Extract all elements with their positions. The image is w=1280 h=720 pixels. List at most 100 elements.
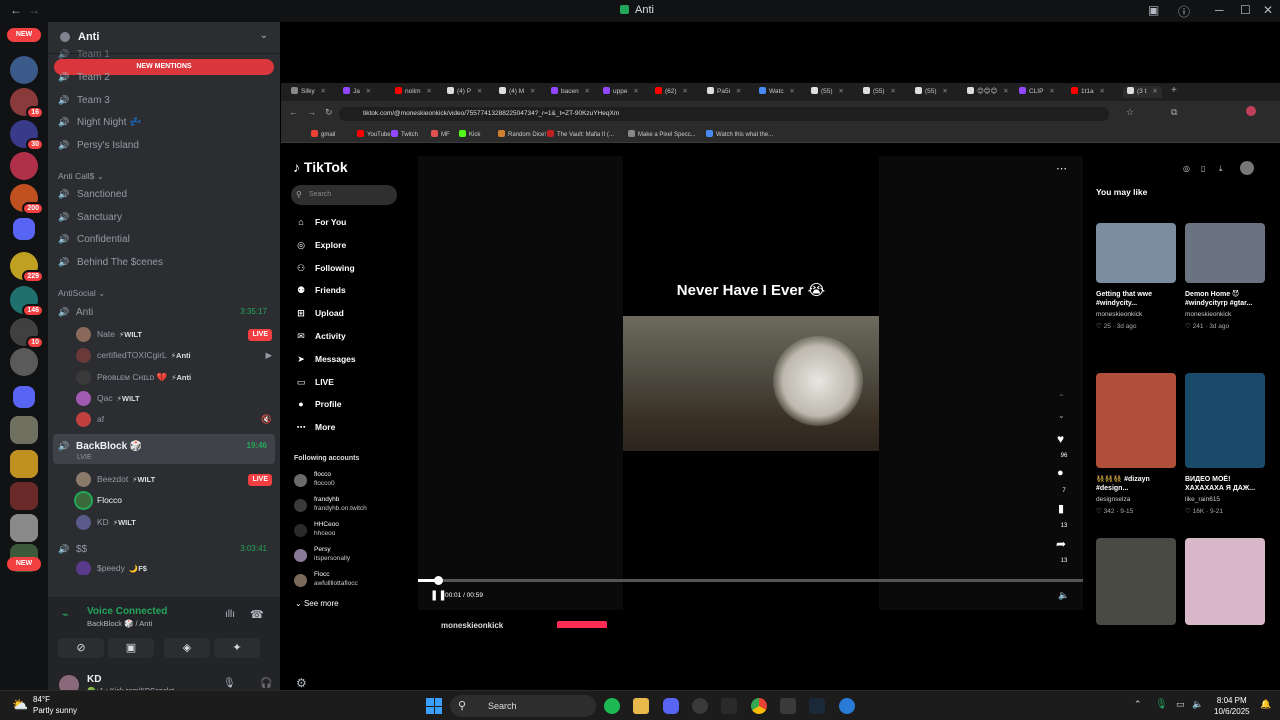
tab-close-icon[interactable]: ✕ [941, 88, 947, 95]
voice-status[interactable]: Voice Connected [87, 606, 167, 617]
voice-user[interactable]: Pʀᴏʙʟᴇᴍ Cʜɪʟᴅ 💔 ⚡Anti [76, 367, 276, 388]
volume-icon[interactable]: 🔈 [1192, 699, 1203, 710]
noise-suppression-icon[interactable]: ıllı [225, 609, 235, 620]
tab-close-icon[interactable]: ✕ [319, 88, 326, 95]
following-account[interactable]: Flocc awfullllottaflocc [294, 571, 404, 593]
follow-button[interactable] [557, 621, 607, 628]
browser-tab[interactable]: nolim ✕ [395, 86, 432, 98]
voice-user[interactable]: certifiedTOXICgirL ⚡Anti ▶ [76, 345, 276, 366]
voice-user[interactable]: $peedy 🌙F$ [76, 561, 276, 575]
app-icon[interactable] [692, 698, 708, 714]
disconnect-icon[interactable]: ☎ [250, 608, 264, 621]
microphone-icon[interactable]: 🎙 [1155, 699, 1168, 710]
voice-user[interactable]: Beezdot ⚡WILT LIVE [76, 469, 276, 490]
forward-arrow-icon[interactable]: → [307, 107, 316, 117]
screen-share-button[interactable]: ▣ [108, 638, 154, 658]
taskbar-search[interactable]: Search [450, 695, 596, 717]
tab-close-icon[interactable]: ✕ [1047, 88, 1054, 95]
following-account[interactable]: Persy itspersonally [294, 546, 404, 568]
bookmark-item[interactable]: MF [431, 129, 450, 141]
browser-tab[interactable]: (62) ✕ [655, 86, 688, 98]
voice-user[interactable]: KD ⚡WILT [76, 512, 276, 533]
volume-icon[interactable]: 🔈 [1058, 590, 1069, 601]
compass-icon[interactable]: ◎ [1183, 164, 1190, 173]
channel-confidential[interactable]: 🔊 Confidential [58, 229, 273, 249]
soundboard-button[interactable]: ✦ [214, 638, 260, 658]
file-explorer-icon[interactable] [633, 698, 649, 714]
voice-user[interactable]: Flocco [76, 490, 276, 511]
nav-item-following[interactable]: ⚇ Following [295, 259, 355, 277]
tab-close-icon[interactable]: ✕ [1150, 88, 1157, 95]
video-author[interactable]: moneskieonkick [441, 621, 503, 628]
comment-icon[interactable]: ● [1057, 467, 1064, 479]
tab-close-icon[interactable]: ✕ [583, 88, 590, 95]
nav-item-upload[interactable]: ⊞ Upload [295, 304, 344, 322]
channel-sanctuary[interactable]: 🔊 Sanctuary [58, 207, 273, 227]
server-icon[interactable] [10, 56, 38, 84]
browser-tab[interactable]: 😊😊😊 ✕ [967, 86, 1009, 98]
bookmark-item[interactable]: YouTube [357, 129, 391, 141]
server-icon[interactable] [10, 482, 38, 510]
browser-tab[interactable]: Watc ✕ [759, 86, 795, 98]
microphone-icon[interactable]: 🎙 [223, 678, 236, 689]
server-icon[interactable]: 30 [10, 120, 44, 151]
maximize-button[interactable]: ☐ [1240, 3, 1251, 17]
category-anti-calls[interactable]: Anti Call$ ⌄ [58, 171, 104, 182]
bookmark-item[interactable]: gmail [311, 129, 335, 141]
tiktok-logo[interactable]: ♪ TikTok [293, 159, 348, 175]
video-progress-bar[interactable] [418, 576, 1083, 585]
channel-team-2[interactable]: 🔊 Team 2 [58, 67, 273, 87]
tab-close-icon[interactable]: ✕ [528, 88, 535, 95]
server-icon[interactable] [10, 152, 38, 180]
reload-icon[interactable]: ↻ [325, 107, 333, 118]
browser-tab[interactable]: (4) M ✕ [499, 86, 535, 98]
forward-arrow-icon[interactable]: → [28, 3, 40, 17]
tab-close-icon[interactable]: ✕ [1098, 88, 1104, 95]
search-input[interactable]: Search [291, 185, 397, 205]
download-icon[interactable]: ⤓ [1219, 164, 1223, 174]
channel-persys-island[interactable]: 🔊 Persy's Island [58, 135, 273, 155]
weather-icon[interactable]: ⛅ [12, 697, 28, 713]
nav-item-explore[interactable]: ◎ Explore [295, 236, 346, 254]
notification-bell-icon[interactable]: 🔔 [1260, 699, 1271, 710]
windows-start-icon[interactable] [426, 698, 442, 714]
url-input[interactable]: tiktok.com/@moneskieonkick/video/7557741… [339, 107, 1109, 121]
following-account[interactable]: HHCeoo hhceoo [294, 521, 404, 543]
tab-close-icon[interactable]: ✕ [475, 88, 482, 95]
voice-channel-anti[interactable]: 🔊 Anti 3:35:17 [58, 302, 273, 322]
back-arrow-icon[interactable]: ← [10, 3, 22, 17]
folder-icon[interactable] [13, 386, 35, 408]
voice-channel-backblock[interactable]: 🔊 BackBlock 🎲 19:46 [58, 436, 273, 456]
nav-item-activity[interactable]: ✉ Activity [295, 327, 346, 345]
taskbar-clock[interactable]: 8:04 PM 10/6/2025 [1214, 695, 1250, 717]
server-icon[interactable]: 200 [10, 184, 44, 215]
voice-channel-ss[interactable]: 🔊 $$ 3:03:41 [58, 539, 273, 559]
browser-tab[interactable]: (55) ✕ [863, 86, 896, 98]
bookmark-item[interactable]: The Vault: Mafia II (... [547, 129, 614, 141]
server-icon[interactable] [10, 348, 38, 376]
extensions-icon[interactable]: ⧉ [1171, 107, 1177, 118]
chevron-down-icon[interactable]: ⌄ [260, 30, 268, 41]
see-more-link[interactable]: ⌄ See more [295, 599, 339, 608]
voice-user[interactable]: Qac ⚡WILT [76, 388, 276, 409]
more-options-icon[interactable]: ⋯ [1056, 162, 1067, 175]
nav-item-friends[interactable]: ⚉ Friends [295, 281, 346, 299]
voice-user[interactable]: Nate ⚡WILT LIVE [76, 324, 276, 345]
bookmark-item[interactable]: Twitch [391, 129, 418, 141]
settings-gear-icon[interactable]: ⚙ [296, 676, 307, 690]
camera-off-button[interactable]: ⊘ [58, 638, 104, 658]
tab-close-icon[interactable]: ✕ [889, 88, 895, 95]
folder-icon[interactable] [13, 218, 35, 240]
server-icon[interactable]: 10 [10, 318, 44, 349]
nav-item-more[interactable]: ⋯ More [295, 418, 336, 436]
steam-icon[interactable] [809, 698, 825, 714]
chevron-up-icon[interactable]: ⌃ [1134, 699, 1142, 710]
nav-item-messages[interactable]: ➤ Messages [295, 350, 355, 368]
nav-item-live[interactable]: ▭ LIVE [295, 373, 334, 391]
browser-tab[interactable]: (4) P ✕ [447, 86, 482, 98]
spotify-icon[interactable] [604, 698, 620, 714]
chrome-icon[interactable] [751, 698, 767, 714]
following-account[interactable]: frandyhb frandyhb.on.twitch [294, 496, 404, 518]
browser-tab[interactable]: Pa5i ✕ [707, 86, 741, 98]
new-pill-top[interactable]: NEW [7, 28, 41, 42]
